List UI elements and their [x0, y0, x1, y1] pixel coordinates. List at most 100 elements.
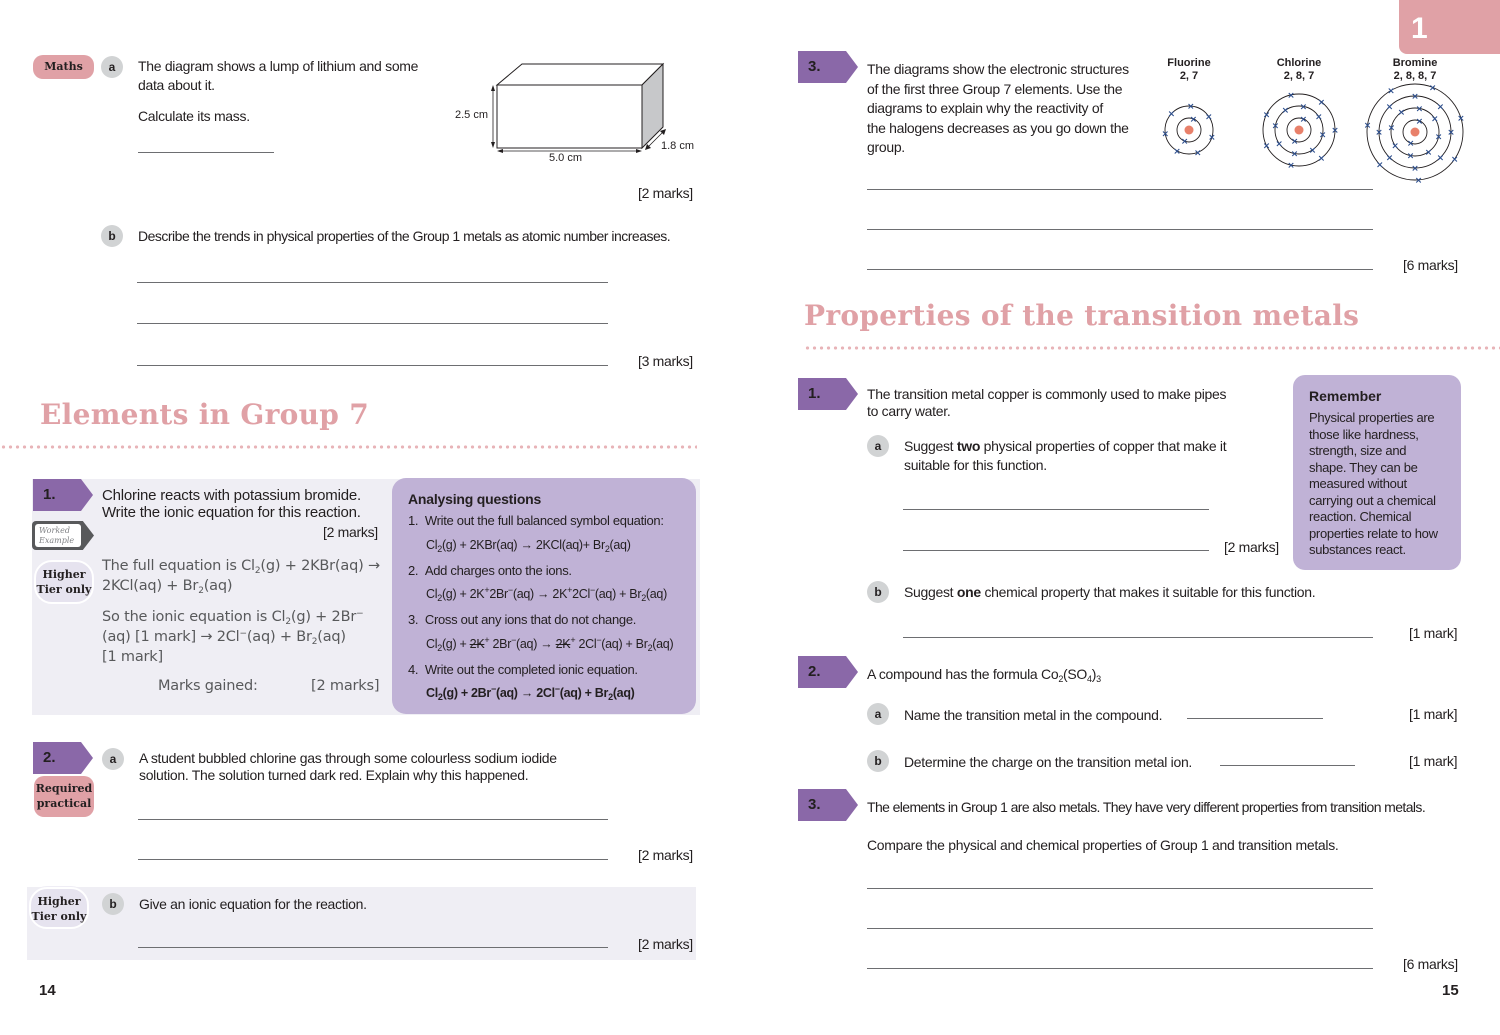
q3-group7-question: The diagrams show the electronic structu… — [867, 60, 1129, 158]
text-line: The diagram shows a lump of lithium and … — [138, 58, 419, 74]
answer-line[interactable] — [137, 282, 608, 283]
part-b-marker: b — [867, 750, 889, 772]
answer-line[interactable] — [903, 550, 1209, 551]
answer-line[interactable] — [867, 269, 1373, 270]
question-number-tag: 3. — [798, 51, 858, 83]
electron-mark: × — [1275, 140, 1283, 150]
electron-mark: × — [1205, 112, 1213, 122]
electron-mark: × — [1300, 102, 1308, 112]
answer-line[interactable] — [1220, 765, 1355, 766]
answer-line[interactable] — [867, 229, 1373, 230]
electron-mark: × — [1291, 150, 1299, 160]
badge-label: Required — [35, 782, 93, 795]
q1-question: Chlorine reacts with potassium bromide. … — [102, 487, 361, 521]
electron-mark: × — [1318, 154, 1326, 164]
height-label: 2.5 cm — [455, 109, 489, 121]
electron-mark: × — [1415, 176, 1423, 186]
analysing-eq-3: Cl2(g) + 2K+ 2Br−(aq) → 2K+ 2Cl−(aq) + B… — [426, 635, 674, 653]
electron-mark: × — [1411, 164, 1419, 174]
answer-line[interactable] — [867, 888, 1373, 889]
remember-text: Physical properties are those like hardn… — [1309, 410, 1438, 559]
chapter-tab: 1 — [1399, 0, 1500, 54]
nucleus — [1410, 127, 1420, 137]
q3-instruction: Compare the physical and chemical proper… — [867, 837, 1339, 853]
answer-line[interactable] — [867, 968, 1373, 969]
electron-mark: × — [1451, 155, 1459, 165]
question-number-tag: 2. — [798, 656, 858, 688]
tier-label: Tier only — [31, 910, 87, 923]
marks-label: [2 marks] — [638, 936, 693, 952]
answer-line[interactable] — [138, 859, 608, 860]
text-line: suitable for this function. — [904, 457, 1047, 473]
text-line: The diagrams show the electronic structu… — [867, 61, 1129, 77]
part-a-marker: a — [867, 435, 889, 457]
marks-label: [2 marks] — [323, 524, 378, 540]
worked-label: Worked — [39, 526, 71, 535]
part-a-marker: a — [101, 56, 123, 78]
text-line: reaction. Chemical — [1309, 509, 1412, 524]
electron-mark: × — [1429, 83, 1437, 93]
electron-mark: × — [1319, 130, 1327, 140]
analysing-step-2: 2. Add charges onto the ions. — [408, 563, 572, 578]
marks-label: [2 marks] — [638, 185, 693, 201]
page-number-right: 15 — [1442, 982, 1459, 999]
electron-mark: × — [1391, 142, 1399, 152]
text-line: group. — [867, 139, 905, 155]
marks-label: [3 marks] — [638, 353, 693, 369]
electron-mark: × — [1431, 114, 1439, 124]
text-line: Physical properties are — [1309, 410, 1435, 425]
electron-mark: × — [1208, 133, 1216, 143]
answer-line[interactable] — [137, 323, 608, 324]
answer-line[interactable] — [903, 637, 1373, 638]
electron-mark: × — [1457, 114, 1465, 124]
electron-mark: × — [1388, 124, 1396, 134]
text-line: substances react. — [1309, 542, 1406, 557]
answer-line[interactable] — [138, 152, 274, 153]
answer-line[interactable] — [867, 189, 1373, 190]
question-number-tag: 1. — [798, 378, 858, 410]
q2b-question: Give an ionic equation for the reaction. — [139, 896, 367, 912]
maths-badge-label: Maths — [44, 60, 83, 73]
nucleus — [1294, 125, 1304, 135]
electron-mark: × — [1331, 126, 1339, 136]
answer-line[interactable] — [138, 819, 608, 820]
answer-line[interactable] — [137, 365, 608, 366]
worked-example-tag: Worked Example — [32, 521, 94, 550]
text-line: strength, size and — [1309, 443, 1407, 458]
answer-line-text: [1 mark] — [102, 649, 163, 665]
electron-mark: × — [1187, 102, 1195, 112]
atom-name: Fluorine — [1167, 57, 1211, 69]
electron-mark: × — [1375, 128, 1383, 138]
electron-mark: × — [1282, 106, 1290, 116]
maths-question-text: The diagram shows a lump of lithium and … — [138, 57, 458, 95]
text-line: A student bubbled chlorine gas through s… — [139, 750, 557, 766]
electron-mark: × — [1318, 98, 1326, 108]
q2-question: A compound has the formula Co2(SO4)3 — [867, 666, 1101, 684]
maths-badge: Maths — [33, 55, 94, 79]
text-line: those like hardness, — [1309, 426, 1419, 442]
marks-gained-value: [2 marks] — [311, 678, 380, 694]
answer-line[interactable] — [903, 509, 1209, 510]
answer-line[interactable] — [867, 928, 1373, 929]
electron-mark: × — [1168, 110, 1176, 120]
electron-mark: × — [1300, 115, 1308, 125]
text-line: diagrams to explain why the reactivity o… — [867, 100, 1103, 116]
marks-label: [6 marks] — [1403, 956, 1458, 972]
part-b-marker: b — [102, 893, 124, 915]
electron-mark: × — [1291, 137, 1299, 147]
text-line: Suggest two physical properties of coppe… — [904, 438, 1227, 454]
marks-gained-label: Marks gained: — [158, 678, 258, 694]
answer-line[interactable] — [138, 947, 608, 948]
electron-mark: × — [1364, 121, 1372, 131]
text-line: The transition metal copper is commonly … — [867, 386, 1227, 402]
text-line: measured without — [1309, 476, 1407, 491]
electron-mark: × — [1194, 148, 1202, 158]
marks-label: [1 mark] — [1409, 753, 1458, 769]
question-number-tag: 2. — [33, 742, 93, 774]
length-label: 5.0 cm — [549, 152, 583, 164]
answer-line[interactable] — [1187, 718, 1323, 719]
atom-chlorine: ××××××××× ×××××××× — [1262, 91, 1339, 171]
electron-mark: × — [1181, 137, 1189, 147]
q1a-question: Suggest two physical properties of coppe… — [904, 437, 1227, 475]
page-number-left: 14 — [39, 982, 56, 999]
